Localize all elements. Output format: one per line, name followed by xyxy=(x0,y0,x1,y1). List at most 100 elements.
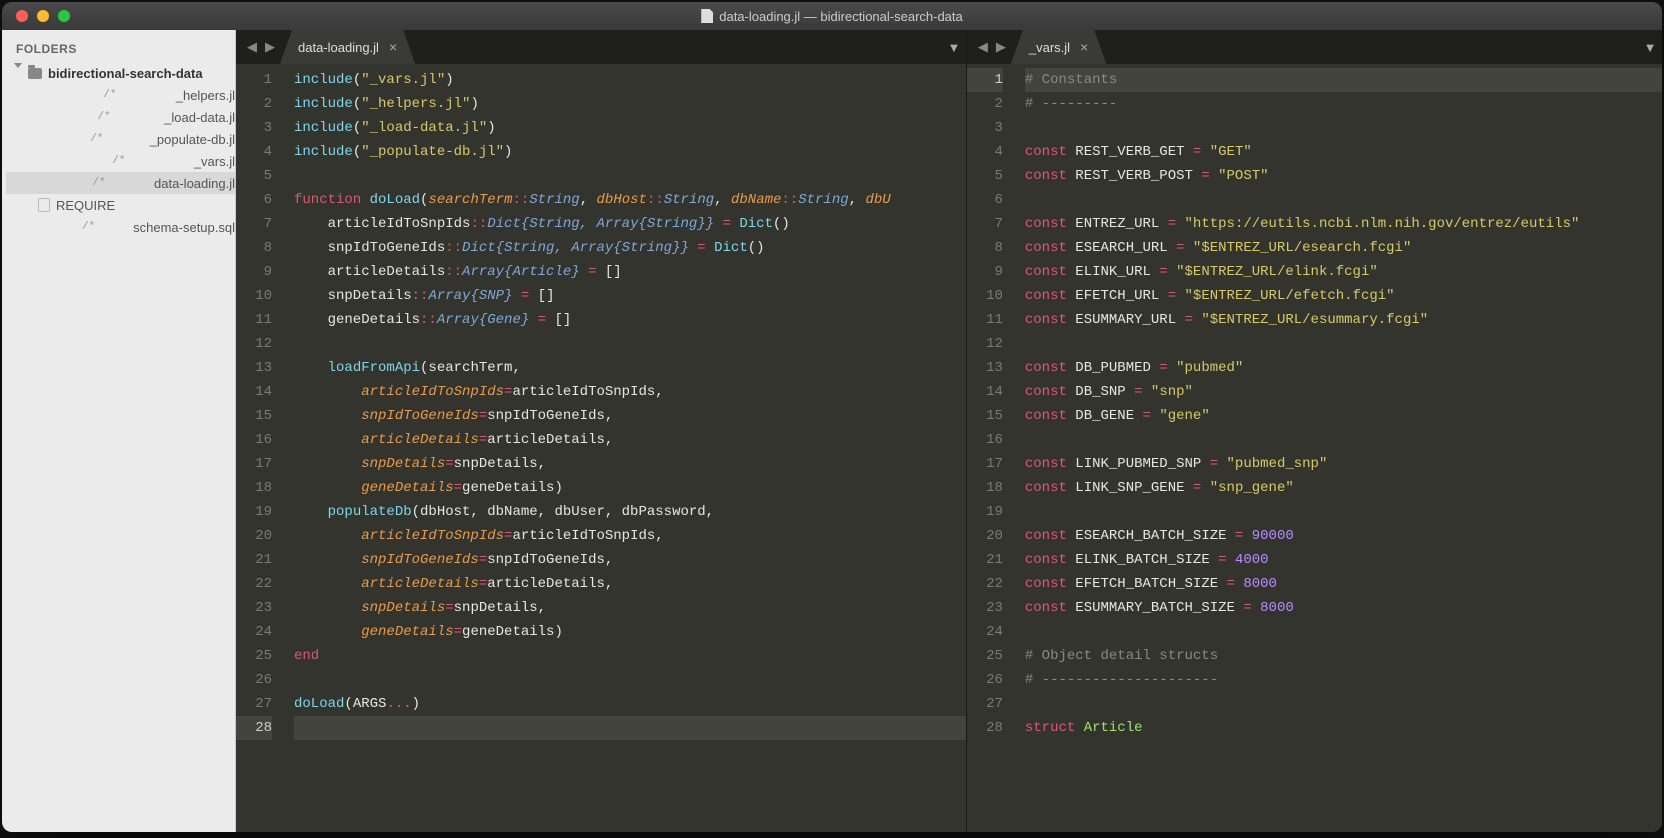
gutter-line[interactable]: 25 xyxy=(967,644,1003,668)
code-line[interactable] xyxy=(1025,500,1662,524)
gutter-line[interactable]: 2 xyxy=(967,92,1003,116)
code-line[interactable]: include("_helpers.jl") xyxy=(294,92,966,116)
code-line[interactable]: const ELINK_URL = "$ENTREZ_URL/elink.fcg… xyxy=(1025,260,1662,284)
code-line[interactable]: const ELINK_BATCH_SIZE = 4000 xyxy=(1025,548,1662,572)
code-line[interactable]: snpDetails::Array{SNP} = [] xyxy=(294,284,966,308)
gutter-line[interactable]: 18 xyxy=(236,476,272,500)
code-line[interactable] xyxy=(294,668,966,692)
gutter-line[interactable]: 2 xyxy=(236,92,272,116)
gutter-line[interactable]: 13 xyxy=(236,356,272,380)
code-line[interactable]: end xyxy=(294,644,966,668)
code-line[interactable]: geneDetails=geneDetails) xyxy=(294,620,966,644)
code-line[interactable]: # Object detail structs xyxy=(1025,644,1662,668)
code-line[interactable]: populateDb(dbHost, dbName, dbUser, dbPas… xyxy=(294,500,966,524)
code-line[interactable]: const ESUMMARY_URL = "$ENTREZ_URL/esumma… xyxy=(1025,308,1662,332)
gutter-line[interactable]: 23 xyxy=(967,596,1003,620)
gutter-line[interactable]: 3 xyxy=(967,116,1003,140)
gutter-line[interactable]: 27 xyxy=(236,692,272,716)
gutter-line[interactable]: 9 xyxy=(236,260,272,284)
code-line[interactable]: articleIdToSnpIds=articleIdToSnpIds, xyxy=(294,380,966,404)
gutter-line[interactable]: 24 xyxy=(236,620,272,644)
pane-menu-button[interactable]: ▼ xyxy=(1638,30,1662,64)
tab-data-loading[interactable]: data-loading.jl × xyxy=(280,30,415,64)
gutter-line[interactable]: 28 xyxy=(967,716,1003,740)
zoom-window-button[interactable] xyxy=(58,10,70,22)
gutter-line[interactable]: 21 xyxy=(967,548,1003,572)
code-line[interactable]: const LINK_SNP_GENE = "snp_gene" xyxy=(1025,476,1662,500)
gutter-line[interactable]: 13 xyxy=(967,356,1003,380)
code-line[interactable] xyxy=(1025,620,1662,644)
gutter-line[interactable]: 10 xyxy=(967,284,1003,308)
gutter-line[interactable]: 19 xyxy=(967,500,1003,524)
gutter-line[interactable]: 23 xyxy=(236,596,272,620)
gutter-line[interactable]: 5 xyxy=(236,164,272,188)
gutter-line[interactable]: 11 xyxy=(236,308,272,332)
code-line[interactable]: const REST_VERB_POST = "POST" xyxy=(1025,164,1662,188)
gutter-line[interactable]: 20 xyxy=(967,524,1003,548)
code-line[interactable]: include("_vars.jl") xyxy=(294,68,966,92)
gutter-line[interactable]: 1 xyxy=(236,68,272,92)
close-window-button[interactable] xyxy=(16,10,28,22)
code-line[interactable]: articleIdToSnpIds=articleIdToSnpIds, xyxy=(294,524,966,548)
gutter-line[interactable]: 22 xyxy=(236,572,272,596)
code-line[interactable] xyxy=(1025,188,1662,212)
gutter-line[interactable]: 16 xyxy=(967,428,1003,452)
code-line[interactable]: articleDetails=articleDetails, xyxy=(294,428,966,452)
file-data-loading-jl[interactable]: data-loading.jl xyxy=(6,172,235,194)
code-line[interactable]: articleDetails::Array{Article} = [] xyxy=(294,260,966,284)
close-tab-button[interactable]: × xyxy=(1080,39,1088,55)
gutter-line[interactable]: 8 xyxy=(967,236,1003,260)
code-line[interactable] xyxy=(294,332,966,356)
gutter-line[interactable]: 28 xyxy=(236,716,272,740)
gutter-line[interactable]: 6 xyxy=(967,188,1003,212)
editor-right[interactable]: 1234567891011121314151617181920212223242… xyxy=(967,64,1662,832)
gutter-line[interactable]: 7 xyxy=(236,212,272,236)
file--vars-jl[interactable]: _vars.jl xyxy=(6,150,235,172)
code-line[interactable] xyxy=(294,164,966,188)
code-line[interactable] xyxy=(1025,428,1662,452)
code-line[interactable]: doLoad(ARGS...) xyxy=(294,692,966,716)
gutter-line[interactable]: 1 xyxy=(967,68,1003,92)
gutter-line[interactable]: 12 xyxy=(967,332,1003,356)
project-folder[interactable]: bidirectional-search-data xyxy=(6,62,235,84)
code-line[interactable]: const ESUMMARY_BATCH_SIZE = 8000 xyxy=(1025,596,1662,620)
pane-menu-button[interactable]: ▼ xyxy=(942,30,966,64)
code-line[interactable] xyxy=(1025,332,1662,356)
code-line[interactable]: snpDetails=snpDetails, xyxy=(294,596,966,620)
code-line[interactable]: articleIdToSnpIds::Dict{String, Array{St… xyxy=(294,212,966,236)
gutter-line[interactable]: 17 xyxy=(967,452,1003,476)
gutter-line[interactable]: 6 xyxy=(236,188,272,212)
code-line[interactable]: const DB_GENE = "gene" xyxy=(1025,404,1662,428)
code-line[interactable]: loadFromApi(searchTerm, xyxy=(294,356,966,380)
gutter-line[interactable]: 27 xyxy=(967,692,1003,716)
nav-back-button[interactable]: ◀ xyxy=(244,39,260,55)
file--load-data-jl[interactable]: _load-data.jl xyxy=(6,106,235,128)
gutter-line[interactable]: 9 xyxy=(967,260,1003,284)
gutter-line[interactable]: 25 xyxy=(236,644,272,668)
gutter-line[interactable]: 14 xyxy=(236,380,272,404)
code-line[interactable]: # --------------------- xyxy=(1025,668,1662,692)
minimize-window-button[interactable] xyxy=(37,10,49,22)
code-line[interactable]: const ESEARCH_BATCH_SIZE = 90000 xyxy=(1025,524,1662,548)
code-line[interactable]: function doLoad(searchTerm::String, dbHo… xyxy=(294,188,966,212)
code-line[interactable]: struct Article xyxy=(1025,716,1662,740)
file--helpers-jl[interactable]: _helpers.jl xyxy=(6,84,235,106)
file-require[interactable]: REQUIRE xyxy=(6,194,235,216)
gutter-line[interactable]: 5 xyxy=(967,164,1003,188)
code-line[interactable]: # --------- xyxy=(1025,92,1662,116)
gutter-line[interactable]: 19 xyxy=(236,500,272,524)
code-line[interactable]: snpIdToGeneIds=snpIdToGeneIds, xyxy=(294,404,966,428)
code-line[interactable]: const EFETCH_BATCH_SIZE = 8000 xyxy=(1025,572,1662,596)
gutter-line[interactable]: 26 xyxy=(236,668,272,692)
code-line[interactable]: snpDetails=snpDetails, xyxy=(294,452,966,476)
gutter-line[interactable]: 10 xyxy=(236,284,272,308)
gutter-line[interactable]: 16 xyxy=(236,428,272,452)
gutter-line[interactable]: 17 xyxy=(236,452,272,476)
code-line[interactable]: const ENTREZ_URL = "https://eutils.ncbi.… xyxy=(1025,212,1662,236)
close-tab-button[interactable]: × xyxy=(389,39,397,55)
code-line[interactable]: snpIdToGeneIds=snpIdToGeneIds, xyxy=(294,548,966,572)
gutter-line[interactable]: 3 xyxy=(236,116,272,140)
code-line[interactable] xyxy=(1025,116,1662,140)
code-line[interactable]: geneDetails::Array{Gene} = [] xyxy=(294,308,966,332)
file--populate-db-jl[interactable]: _populate-db.jl xyxy=(6,128,235,150)
